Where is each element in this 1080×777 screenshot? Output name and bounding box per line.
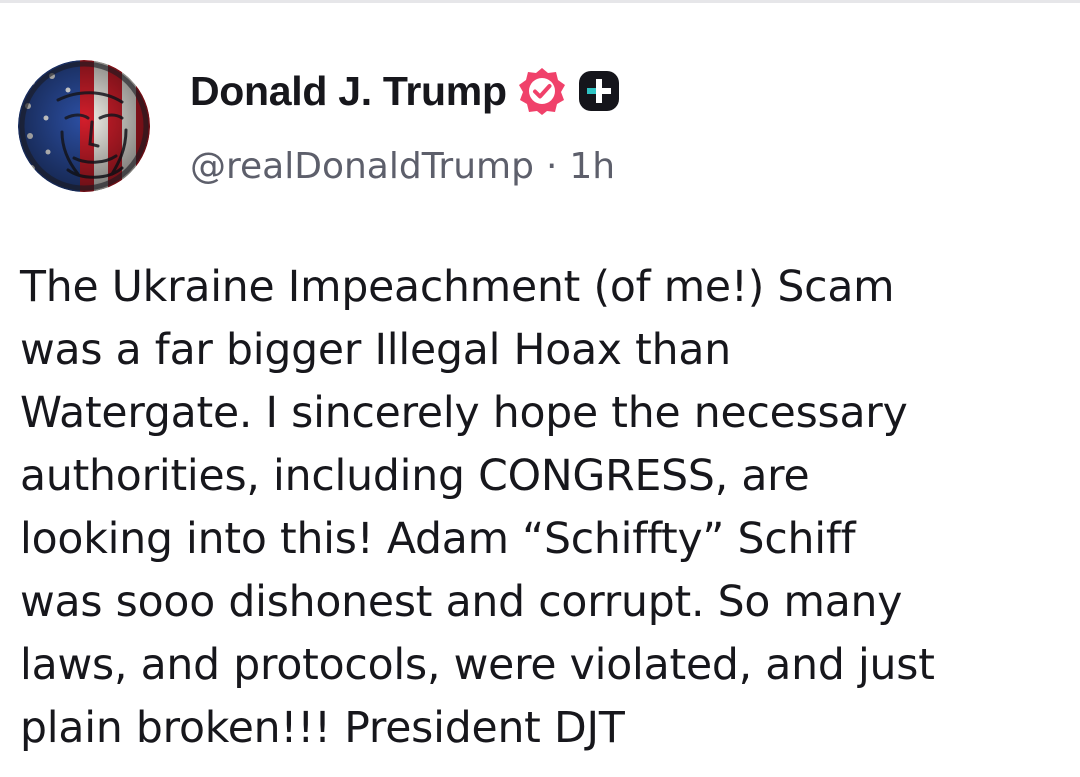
plus-badge-icon (577, 69, 621, 113)
author-display-name[interactable]: Donald J. Trump (190, 68, 507, 115)
top-divider (0, 0, 1080, 3)
verified-badge-icon (517, 66, 567, 116)
post-text-line: was sooo dishonest and corrupt. So many (20, 578, 903, 627)
post-text-line: The Ukraine Impeachment (of me!) Scam (20, 263, 895, 312)
post-text-line: looking into this! Adam “Schiffty” Schif… (20, 515, 856, 564)
post-text-line: plain broken!!! President DJT (20, 704, 625, 753)
author-meta-row: @realDonaldTrump · 1h (190, 140, 615, 192)
post-text-line: was a far bigger Illegal Hoax than (20, 326, 731, 375)
post-screen: Donald J. Trump @realDonaldTrump · 1h Th… (0, 0, 1080, 777)
post-text-line: laws, and protocols, were violated, and … (20, 641, 935, 690)
avatar-flag-portrait-icon (18, 60, 150, 192)
post-text-line: Watergate. I sincerely hope the necessar… (20, 389, 908, 438)
author-avatar[interactable] (18, 60, 150, 192)
author-handle[interactable]: @realDonaldTrump (190, 146, 534, 187)
author-name-row: Donald J. Trump (190, 64, 621, 118)
meta-separator: · (545, 145, 558, 187)
post-timestamp[interactable]: 1h (569, 146, 615, 187)
post-text-line: authorities, including CONGRESS, are (20, 452, 810, 501)
post-text: The Ukraine Impeachment (of me!) Scam wa… (20, 256, 1070, 760)
